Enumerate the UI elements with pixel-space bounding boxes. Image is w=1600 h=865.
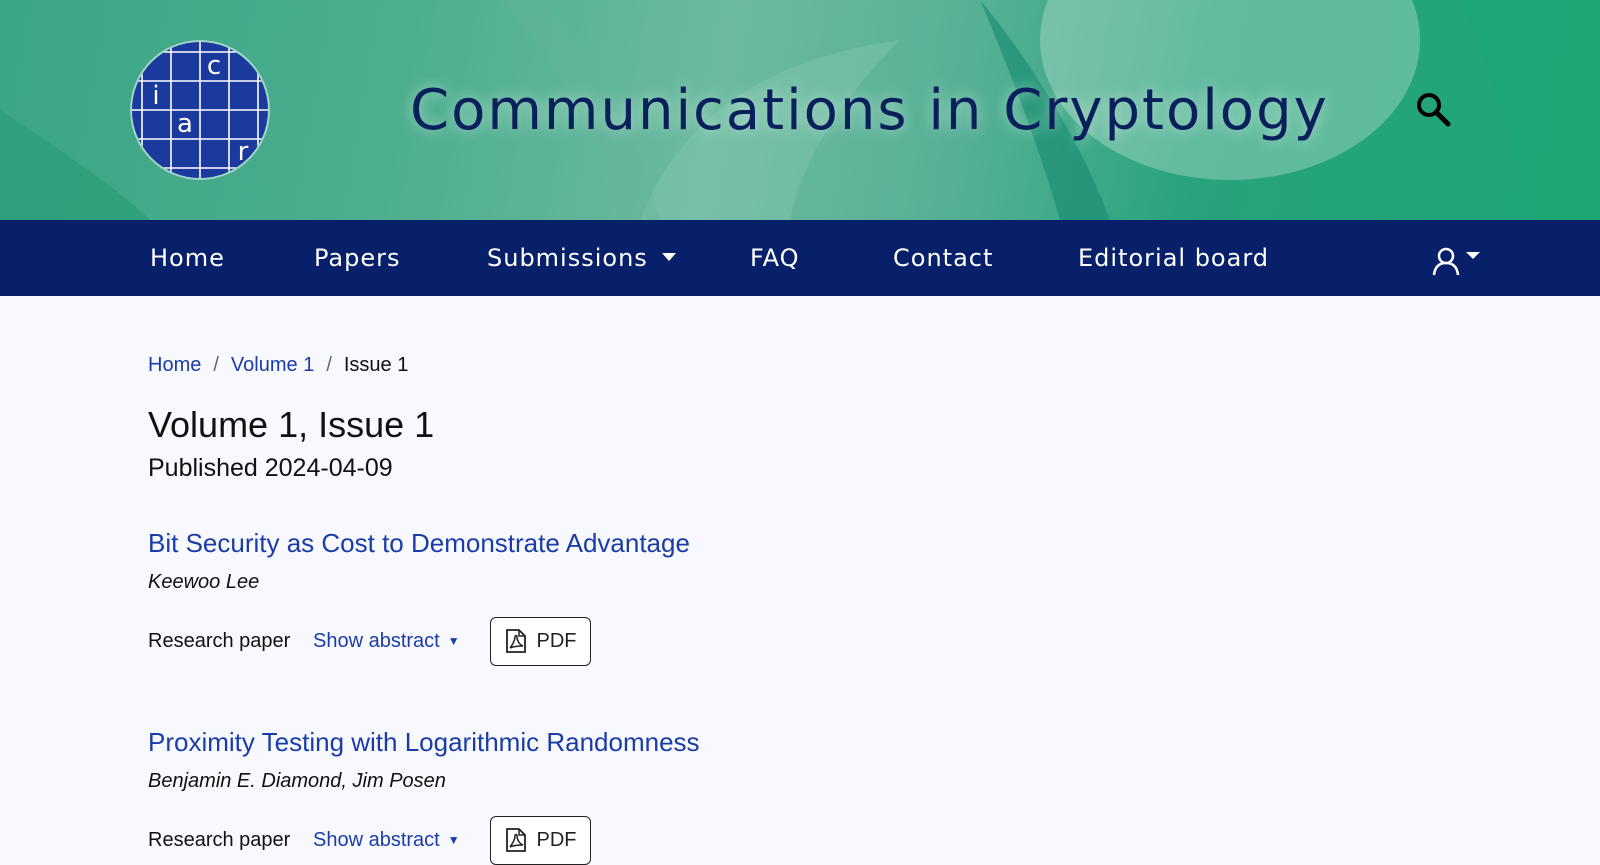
paper-authors: Benjamin E. Diamond, Jim Posen: [148, 770, 446, 792]
user-icon[interactable]: [1432, 246, 1488, 276]
paper-meta-row: Research paper Show abstract ▼ PDF: [148, 815, 1148, 865]
breadcrumb-volume[interactable]: Volume 1: [231, 354, 314, 377]
nav-home[interactable]: Home: [150, 220, 225, 296]
logo-letter-r: r: [238, 137, 249, 167]
pdf-file-icon: [505, 629, 526, 653]
breadcrumb-home[interactable]: Home: [148, 354, 201, 377]
nav-submissions[interactable]: Submissions: [487, 220, 676, 296]
pdf-button[interactable]: PDF: [490, 815, 591, 865]
paper-title-link[interactable]: Bit Security as Cost to Demonstrate Adva…: [148, 528, 690, 559]
show-abstract-toggle[interactable]: Show abstract ▼: [313, 829, 490, 852]
nav-submissions-label: Submissions: [487, 244, 648, 272]
paper-entry: Bit Security as Cost to Demonstrate Adva…: [148, 528, 1148, 666]
paper-meta-row: Research paper Show abstract ▼ PDF: [148, 616, 1148, 666]
pdf-file-icon: [505, 828, 526, 852]
paper-type: Research paper: [148, 629, 291, 652]
logo-letter-c: c: [207, 51, 221, 81]
chevron-down-icon: [661, 253, 676, 261]
main-navbar: Home Papers Submissions FAQ Contact Edit…: [0, 220, 1600, 296]
breadcrumb-separator: /: [213, 353, 219, 376]
breadcrumb-separator: /: [326, 353, 332, 376]
paper-entry: Proximity Testing with Logarithmic Rando…: [148, 727, 1148, 865]
show-abstract-toggle[interactable]: Show abstract ▼: [313, 630, 490, 653]
user-dropdown-caret-icon: [1466, 252, 1480, 259]
pdf-button-label: PDF: [536, 828, 577, 851]
logo-letter-a: a: [177, 109, 193, 139]
nav-editorial-board[interactable]: Editorial board: [1078, 220, 1269, 296]
breadcrumb-current: Issue 1: [343, 353, 409, 376]
paper-title-link[interactable]: Proximity Testing with Logarithmic Rando…: [148, 727, 700, 758]
site-title[interactable]: Communications in Cryptology: [410, 78, 1329, 143]
breadcrumb: Home / Volume 1 / Issue 1: [148, 350, 1448, 380]
search-icon[interactable]: [1414, 90, 1454, 130]
main-content: Home / Volume 1 / Issue 1 Volume 1, Issu…: [148, 350, 1448, 865]
logo-letter-i: i: [152, 81, 159, 111]
iacr-logo[interactable]: c i a r: [130, 40, 270, 180]
show-abstract-label: Show abstract: [313, 828, 440, 851]
published-date: Published 2024-04-09: [148, 454, 393, 482]
paper-type: Research paper: [148, 828, 291, 851]
paper-authors: Keewoo Lee: [148, 571, 260, 593]
show-abstract-label: Show abstract: [313, 629, 440, 652]
triangle-down-icon: ▼: [447, 633, 460, 648]
nav-faq[interactable]: FAQ: [750, 220, 800, 296]
nav-contact[interactable]: Contact: [893, 220, 993, 296]
pdf-button[interactable]: PDF: [490, 616, 591, 666]
page-title: Volume 1, Issue 1: [148, 404, 435, 445]
pdf-button-label: PDF: [536, 629, 577, 652]
triangle-down-icon: ▼: [447, 832, 460, 847]
header-banner: c i a r Communications in Cryptology: [0, 0, 1600, 220]
nav-papers[interactable]: Papers: [314, 220, 400, 296]
